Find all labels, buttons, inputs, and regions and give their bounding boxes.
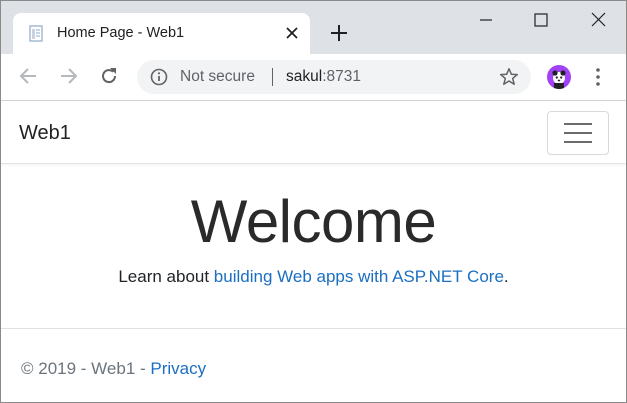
profile-avatar[interactable] [547, 65, 571, 89]
page-icon [29, 25, 43, 42]
address-bar[interactable]: Not secure sakul:8731 [137, 60, 531, 94]
navbar-toggler-button[interactable] [547, 111, 609, 155]
info-icon[interactable] [150, 68, 168, 86]
url-port: :8731 [322, 68, 361, 85]
divider [272, 68, 273, 86]
close-icon[interactable] [284, 25, 300, 41]
site-footer: © 2019 - Web1 - Privacy [1, 328, 626, 402]
close-icon[interactable] [584, 5, 614, 35]
lead-prefix: Learn about [118, 267, 214, 286]
site-navbar: Web1 [1, 101, 626, 164]
tab-strip: Home Page - Web1 [1, 1, 626, 54]
copyright-text: © 2019 - Web1 - [21, 359, 151, 378]
kebab-menu-icon[interactable] [591, 67, 605, 87]
browser-toolbar: Not secure sakul:8731 [1, 54, 626, 100]
navbar-brand[interactable]: Web1 [19, 120, 71, 146]
minimize-icon[interactable] [471, 5, 501, 35]
plus-icon[interactable] [329, 23, 349, 43]
privacy-link[interactable]: Privacy [150, 359, 206, 378]
maximize-icon[interactable] [526, 5, 556, 35]
tab-home-page[interactable]: Home Page - Web1 [13, 13, 310, 54]
url-host: sakul [286, 68, 323, 85]
tab-title: Home Page - Web1 [57, 25, 185, 41]
hamburger-icon [564, 132, 592, 134]
lead-paragraph: Learn about building Web apps with ASP.N… [1, 265, 626, 289]
security-label[interactable]: Not secure [180, 67, 255, 87]
arrow-left-icon[interactable] [17, 65, 39, 87]
web-page: Web1 Welcome Learn about building Web ap… [1, 100, 626, 402]
footer-text: © 2019 - Web1 - Privacy [21, 357, 206, 381]
lead-suffix: . [503, 267, 509, 286]
reload-icon[interactable] [98, 65, 120, 87]
url-text[interactable]: sakul:8731 [286, 67, 361, 87]
hamburger-icon [564, 123, 592, 125]
avatar-icon [552, 70, 566, 89]
hamburger-icon [564, 141, 592, 143]
page-title: Welcome [190, 188, 437, 255]
browser-window: Home Page - Web1 Not secure sakul:8731 W… [0, 0, 627, 403]
aspnet-core-link[interactable]: building Web apps with ASP.NET Core [214, 267, 504, 286]
star-icon[interactable] [499, 67, 519, 87]
arrow-right-icon[interactable] [58, 65, 80, 87]
